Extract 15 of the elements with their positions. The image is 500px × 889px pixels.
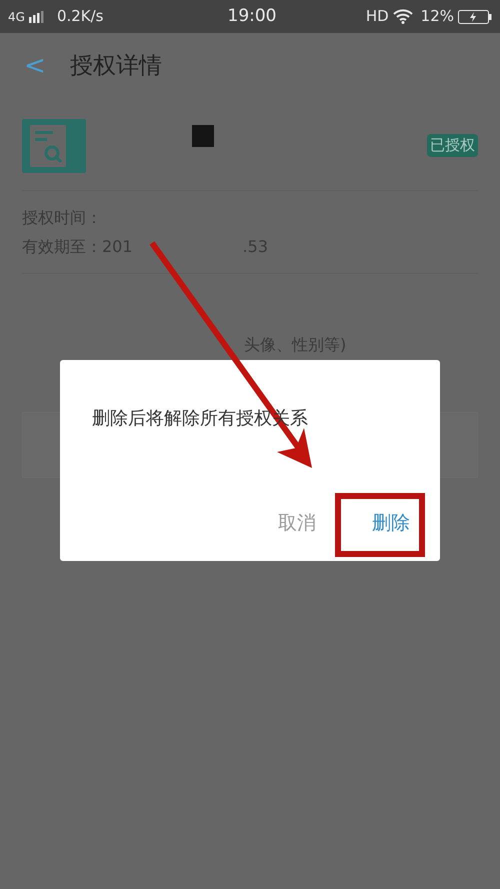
delete-button[interactable]: 删除 bbox=[364, 508, 418, 537]
document-search-icon bbox=[22, 118, 86, 172]
hd-label: HD bbox=[366, 6, 389, 28]
page-title: 授权详情 bbox=[70, 52, 162, 82]
battery-percent: 12% bbox=[420, 6, 454, 28]
battery-icon bbox=[458, 10, 492, 24]
network-speed: 0.2K/s bbox=[56, 6, 104, 28]
wifi-icon bbox=[392, 9, 413, 24]
cancel-button[interactable]: 取消 bbox=[270, 508, 324, 537]
status-badge: 已授权 bbox=[427, 134, 478, 157]
clock: 19:00 bbox=[228, 4, 276, 28]
network-label: 4G bbox=[8, 8, 25, 26]
redaction-block bbox=[192, 124, 214, 146]
back-button[interactable]: < bbox=[24, 47, 46, 86]
signal-icon bbox=[28, 10, 45, 22]
